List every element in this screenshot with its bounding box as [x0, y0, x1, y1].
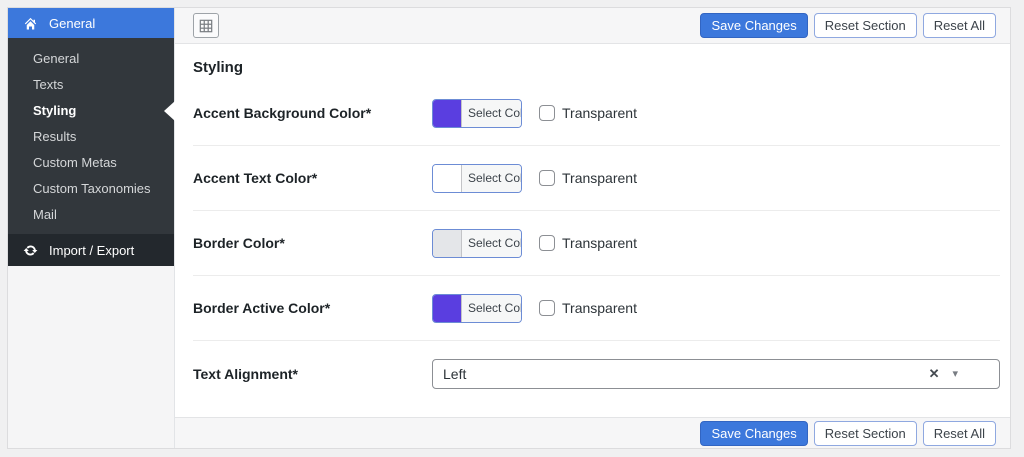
home-icon [23, 16, 38, 31]
active-item-arrow [164, 101, 175, 121]
sidebar-item-label: Custom Metas [33, 155, 117, 170]
setting-control: Select Color Transparent [432, 99, 637, 128]
color-swatch [433, 165, 461, 192]
sidebar-item-label: General [33, 51, 79, 66]
top-toolbar: Save Changes Reset Section Reset All [175, 8, 1010, 44]
sidebar-item-label: Mail [33, 207, 57, 222]
setting-control: Select Color Transparent [432, 294, 637, 323]
save-changes-button-bottom[interactable]: Save Changes [700, 421, 807, 446]
reset-section-button-top[interactable]: Reset Section [814, 13, 917, 38]
setting-control: Select Color Transparent [432, 229, 637, 258]
sync-icon [23, 243, 38, 258]
transparent-checkbox[interactable] [539, 235, 555, 251]
close-icon[interactable]: ✕ [929, 366, 940, 382]
sidebar-item-label: Styling [33, 103, 76, 118]
sidebar-header-label: General [49, 16, 95, 31]
chevron-down-icon[interactable]: ▾ [952, 367, 958, 380]
setting-row-accent-text-color: Accent Text Color* Select Color Transpar… [193, 146, 1000, 211]
sidebar-item-label: Custom Taxonomies [33, 181, 151, 196]
select-color-label: Select Color [461, 165, 522, 192]
setting-row-border-active-color: Border Active Color* Select Color Transp… [193, 276, 1000, 341]
color-swatch [433, 100, 461, 127]
sidebar-item-mail[interactable]: Mail [8, 202, 174, 228]
content-area: Save Changes Reset Section Reset All Sty… [175, 8, 1010, 448]
page-title: Styling [193, 44, 1000, 81]
sidebar-item-custom-taxonomies[interactable]: Custom Taxonomies [8, 176, 174, 202]
color-picker-button[interactable]: Select Color [432, 164, 522, 193]
transparent-label: Transparent [562, 170, 637, 186]
bottom-toolbar: Save Changes Reset Section Reset All [175, 417, 1010, 448]
save-changes-button-top[interactable]: Save Changes [700, 13, 807, 38]
transparent-checkbox[interactable] [539, 105, 555, 121]
color-picker-button[interactable]: Select Color [432, 229, 522, 258]
select-color-label: Select Color [461, 295, 522, 322]
setting-row-border-color: Border Color* Select Color Transparent [193, 211, 1000, 276]
text-alignment-select[interactable]: Left ✕ ▾ [432, 359, 1000, 389]
sidebar-item-custom-metas[interactable]: Custom Metas [8, 150, 174, 176]
color-swatch [433, 230, 461, 257]
setting-label: Border Color* [193, 235, 432, 251]
table-view-button[interactable] [193, 13, 219, 38]
setting-label: Accent Background Color* [193, 105, 432, 121]
sidebar-item-general[interactable]: General [8, 46, 174, 72]
transparent-label: Transparent [562, 300, 637, 316]
setting-label: Text Alignment* [193, 366, 432, 382]
sidebar-item-texts[interactable]: Texts [8, 72, 174, 98]
reset-all-button-bottom[interactable]: Reset All [923, 421, 996, 446]
sidebar-header-general[interactable]: General [8, 8, 174, 38]
setting-label: Border Active Color* [193, 300, 432, 316]
sidebar-item-import-export[interactable]: Import / Export [8, 234, 174, 266]
select-color-label: Select Color [461, 100, 522, 127]
select-color-label: Select Color [461, 230, 522, 257]
color-picker-button[interactable]: Select Color [432, 294, 522, 323]
transparent-checkbox[interactable] [539, 300, 555, 316]
setting-row-text-alignment: Text Alignment* Left ✕ ▾ [193, 341, 1000, 406]
setting-control: Select Color Transparent [432, 164, 637, 193]
import-export-label: Import / Export [49, 243, 134, 258]
settings-form: Styling Accent Background Color* Select … [175, 44, 1010, 417]
sidebar: General General Texts Styling Results Cu… [8, 8, 175, 448]
transparent-label: Transparent [562, 235, 637, 251]
sidebar-item-label: Results [33, 129, 76, 144]
sidebar-item-results[interactable]: Results [8, 124, 174, 150]
sidebar-empty-area [8, 266, 174, 448]
sidebar-item-label: Texts [33, 77, 63, 92]
setting-control: Left ✕ ▾ [432, 359, 1000, 389]
setting-label: Accent Text Color* [193, 170, 432, 186]
color-picker-button[interactable]: Select Color [432, 99, 522, 128]
transparent-label: Transparent [562, 105, 637, 121]
reset-section-button-bottom[interactable]: Reset Section [814, 421, 917, 446]
settings-panel: General General Texts Styling Results Cu… [7, 7, 1011, 449]
sidebar-menu: General General Texts Styling Results Cu… [8, 8, 174, 266]
select-value: Left [443, 366, 929, 382]
reset-all-button-top[interactable]: Reset All [923, 13, 996, 38]
transparent-checkbox[interactable] [539, 170, 555, 186]
sidebar-item-styling[interactable]: Styling [8, 98, 174, 124]
setting-row-accent-background-color: Accent Background Color* Select Color Tr… [193, 81, 1000, 146]
sidebar-nav: General Texts Styling Results Custom Met… [8, 38, 174, 234]
table-icon [199, 19, 213, 33]
color-swatch [433, 295, 461, 322]
